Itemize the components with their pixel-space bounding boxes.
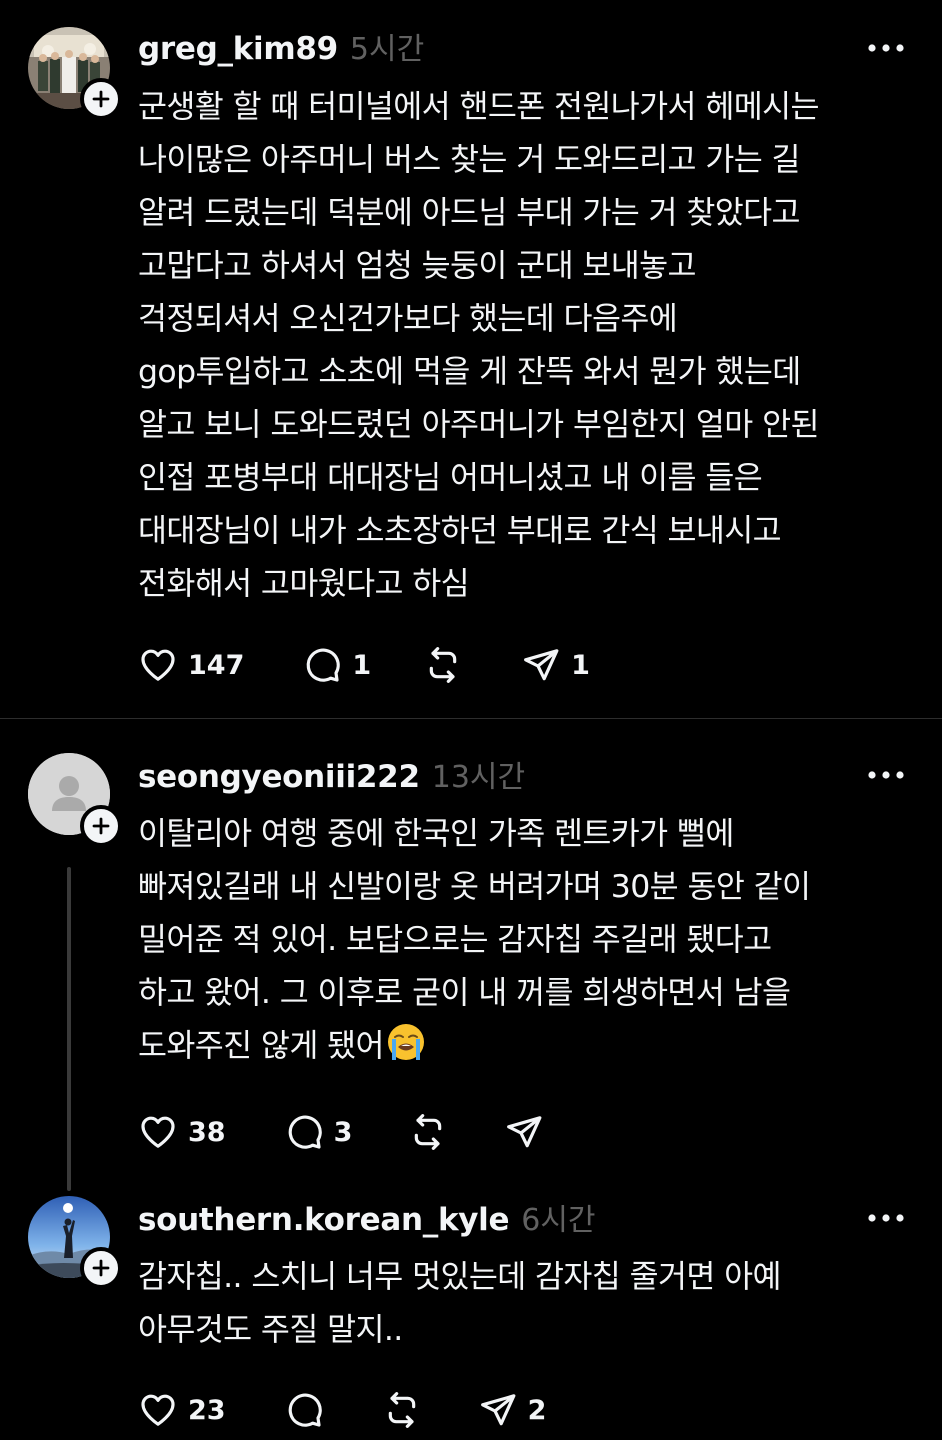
post-header: seongyeoniii222 13시간 [138, 752, 525, 798]
plus-icon [92, 90, 110, 108]
body-line: 이탈리아 여행 중에 한국인 가족 렌트카가 뻘에 [138, 816, 734, 852]
send-icon [524, 649, 559, 681]
like-count: 23 [188, 1394, 226, 1426]
like-count: 147 [188, 649, 245, 681]
post-body: 이탈리아 여행 중에 한국인 가족 렌트카가 뻘에 빠져있길래 내 신발이랑 옷… [138, 808, 918, 1073]
like-button[interactable]: 23 [138, 1388, 226, 1432]
loudly-crying-face-icon [387, 1024, 424, 1060]
post-body: 군생활 할 때 터미널에서 핸드폰 전원나가서 헤메시는 나이많은 아주머니 버… [138, 81, 918, 611]
share-count: 2 [527, 1394, 547, 1426]
comment-icon [307, 648, 341, 682]
body-line: 아무것도 주질 말지.. [138, 1312, 403, 1348]
reply-button[interactable]: 3 [284, 1110, 353, 1154]
post-seongyeoniii222: seongyeoniii222 13시간 이탈리아 여행 중에 한국인 가족 렌… [0, 719, 942, 1191]
timestamp: 5시간 [349, 32, 425, 67]
body-line: 고맙다고 하셔서 엄청 늦둥이 군대 보내놓고 [138, 248, 697, 284]
heart-icon [141, 649, 175, 681]
body-line: 빠져있길래 내 신발이랑 옷 버려가며 30분 동안 같이 [138, 869, 811, 905]
share-count: 1 [571, 649, 590, 681]
plus-icon [92, 817, 110, 835]
more-options-icon[interactable] [866, 769, 906, 781]
repost-icon [429, 647, 457, 683]
body-line: 알고 보니 도와드렸던 아주머니가 부임한지 얼마 안된 [138, 407, 819, 443]
follow-button[interactable] [80, 805, 122, 847]
body-line: 인접 포병부대 대대장님 어머니셨고 내 이름 들은 [138, 460, 763, 496]
body-line: 나이많은 아주머니 버스 찾는 거 도와드리고 가는 길 [138, 142, 800, 178]
body-line: 알려 드렸는데 덕분에 아드님 부대 가는 거 찾았다고 [138, 195, 800, 231]
send-icon [507, 1116, 542, 1148]
reply-count: 1 [352, 649, 372, 681]
more-options-icon[interactable] [866, 1212, 906, 1224]
timestamp: 6시간 [521, 1203, 596, 1238]
comment-icon [288, 1393, 322, 1427]
share-button[interactable] [504, 1110, 544, 1154]
like-count: 38 [188, 1116, 226, 1148]
reply-button[interactable] [284, 1388, 324, 1432]
post-greg-kim89: greg_kim89 5시간 군생활 할 때 터미널에서 핸드폰 전원나가서 헤… [0, 0, 942, 718]
heart-icon [141, 1394, 175, 1426]
repost-button[interactable] [382, 1388, 422, 1432]
username[interactable]: seongyeoniii222 [138, 759, 420, 795]
body-line: 군생활 할 때 터미널에서 핸드폰 전원나가서 헤메시는 [138, 89, 819, 125]
body-line: 감자칩.. 스치니 너무 멋있는데 감자칩 줄거면 아예 [138, 1259, 782, 1295]
post-header: greg_kim89 5시간 [138, 24, 424, 70]
repost-button[interactable] [408, 1110, 448, 1154]
action-bar: 147 1 1 [138, 643, 590, 687]
comment-icon [288, 1115, 322, 1149]
action-bar: 38 3 [138, 1110, 544, 1154]
share-button[interactable]: 1 [521, 643, 590, 687]
repost-icon [388, 1392, 415, 1428]
like-button[interactable]: 147 [138, 643, 244, 687]
share-button[interactable]: 2 [478, 1388, 547, 1432]
body-line: gop투입하고 소초에 먹을 게 잔뜩 와서 뭔가 했는데 [138, 354, 801, 390]
post-header: southern.korean_kyle 6시간 [138, 1195, 596, 1241]
body-line: 하고 왔어. 그 이후로 굳이 내 꺼를 희생하면서 남을 [138, 975, 791, 1011]
thread-line [67, 867, 71, 1191]
send-icon [480, 1394, 515, 1426]
body-line: 대대장님이 내가 소초장하던 부대로 간식 보내시고 [138, 513, 782, 549]
body-line: 걱정되셔서 오신건가보다 했는데 다음주에 [138, 301, 678, 337]
body-line: 밀어준 적 있어. 보답으로는 감자칩 주길래 됐다고 [138, 922, 772, 958]
repost-icon [415, 1114, 442, 1150]
plus-icon [92, 1259, 110, 1277]
body-line: 도와주진 않게 됐어 [138, 1028, 384, 1064]
timestamp: 13시간 [431, 760, 526, 795]
body-line-last: 도와주진 않게 됐어 [138, 1020, 918, 1073]
post-southern-korean-kyle: southern.korean_kyle 6시간 감자칩.. 스치니 너무 멋있… [0, 1180, 942, 1440]
username[interactable]: greg_kim89 [138, 31, 338, 67]
repost-button[interactable] [423, 643, 463, 687]
action-bar: 23 2 [138, 1388, 546, 1432]
reply-count: 3 [333, 1116, 353, 1148]
follow-button[interactable] [80, 78, 122, 120]
heart-icon [141, 1116, 175, 1148]
username[interactable]: southern.korean_kyle [138, 1202, 510, 1238]
follow-button[interactable] [80, 1247, 122, 1289]
post-body: 감자칩.. 스치니 너무 멋있는데 감자칩 줄거면 아예 아무것도 주질 말지.… [138, 1251, 918, 1357]
more-options-icon[interactable] [866, 42, 906, 54]
like-button[interactable]: 38 [138, 1110, 226, 1154]
reply-button[interactable]: 1 [302, 643, 371, 687]
body-line: 전화해서 고마웠다고 하심 [138, 566, 470, 602]
